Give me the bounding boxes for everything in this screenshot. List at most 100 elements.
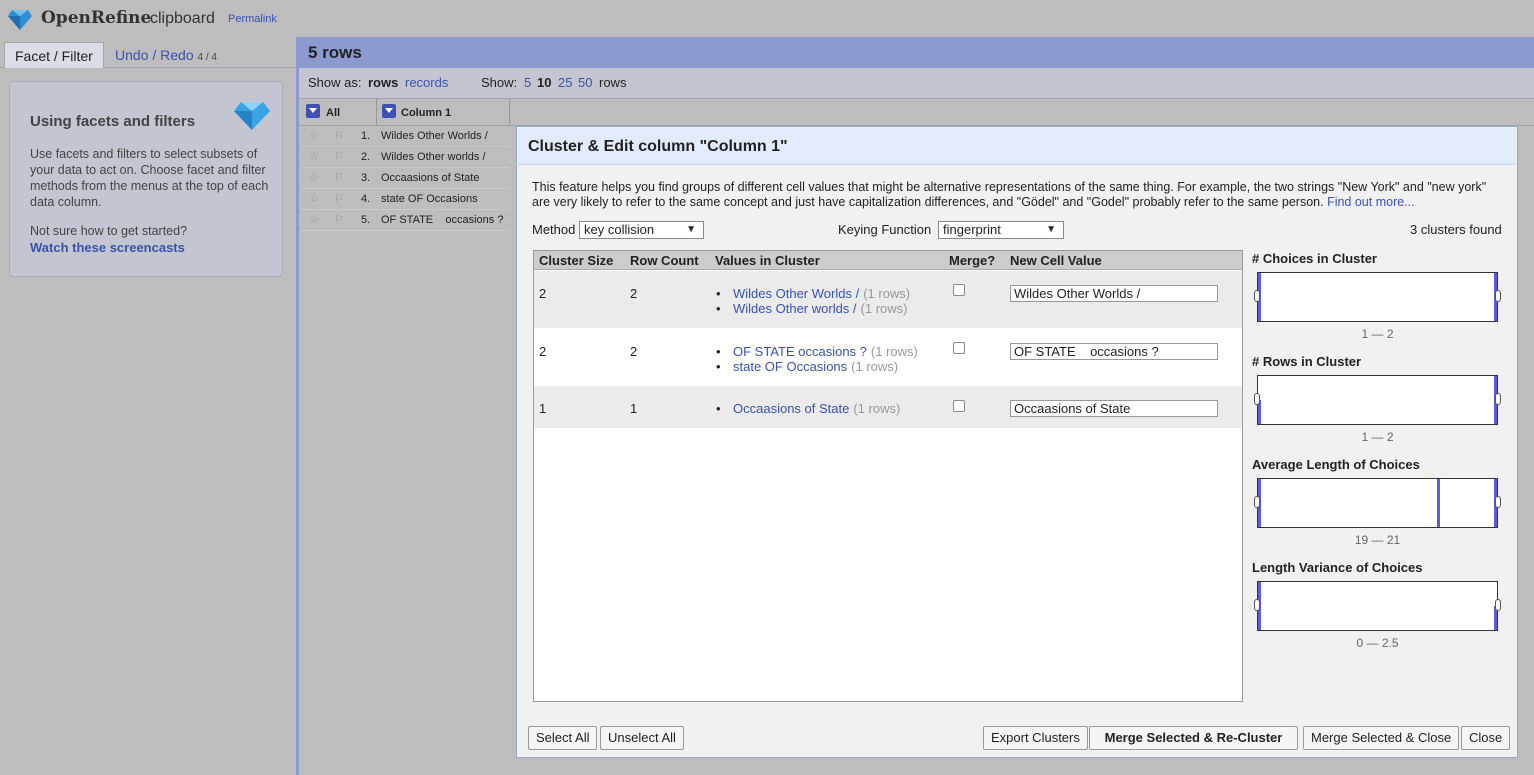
merge-checkbox[interactable]: [953, 400, 965, 412]
range-handle-right[interactable]: [1495, 290, 1501, 302]
page-size-5[interactable]: 5: [524, 75, 531, 90]
all-dropdown-icon[interactable]: [306, 104, 320, 118]
histogram: [1254, 375, 1501, 425]
page-size-10[interactable]: 10: [537, 75, 551, 90]
export-clusters-button[interactable]: Export Clusters: [983, 726, 1088, 750]
cluster-value-link[interactable]: Wildes Other Worlds /: [733, 286, 859, 301]
cell-value[interactable]: Wildes Other Worlds /: [381, 130, 488, 142]
project-name[interactable]: clipboard: [150, 10, 215, 28]
star-icon[interactable]: ☆: [309, 150, 319, 163]
column1-header[interactable]: Column 1: [401, 107, 451, 119]
all-column-header[interactable]: All: [326, 107, 340, 119]
range-handle-left[interactable]: [1254, 496, 1260, 508]
page-size-50[interactable]: 50: [578, 75, 592, 90]
list-item: Occaasions of State (1 rows): [716, 401, 900, 416]
new-cell-value-input[interactable]: Wildes Other Worlds /: [1010, 285, 1218, 302]
merge-recluster-button[interactable]: Merge Selected & Re-Cluster: [1089, 726, 1298, 750]
close-button[interactable]: Close: [1461, 726, 1511, 750]
cluster-value-link[interactable]: OF STATE occasions ?: [733, 344, 867, 359]
find-out-more-link[interactable]: Find out more...: [1327, 195, 1415, 209]
list-item: Wildes Other worlds /(1 rows): [716, 301, 910, 316]
help-body: Use facets and filters to select subsets…: [30, 147, 269, 209]
tab-undo-redo-label: Undo / Redo: [115, 47, 194, 63]
range-handle-left[interactable]: [1254, 393, 1260, 405]
grid-summary-bar: [299, 37, 1534, 68]
method-value: key collision: [584, 222, 655, 237]
tab-facet-filter[interactable]: Facet / Filter: [4, 42, 104, 68]
select-all-button[interactable]: Select All: [528, 726, 598, 750]
range-handle-left[interactable]: [1254, 599, 1260, 611]
dialog-title: Cluster & Edit column "Column 1": [528, 138, 788, 155]
page-size-25[interactable]: 25: [558, 75, 572, 90]
new-cell-value-input[interactable]: Occaasions of State: [1010, 400, 1218, 417]
histogram: [1254, 478, 1501, 528]
cluster-values-list: Wildes Other Worlds /(1 rows) Wildes Oth…: [716, 286, 910, 316]
column-divider: [376, 98, 377, 126]
panel-divider[interactable]: [296, 37, 299, 775]
flag-icon[interactable]: ⚐: [334, 213, 344, 226]
permalink-link[interactable]: Permalink: [228, 13, 277, 25]
cell-value[interactable]: Wildes Other worlds /: [381, 151, 486, 163]
help-title: Using facets and filters: [30, 113, 196, 130]
col-cluster-size[interactable]: Cluster Size: [539, 253, 613, 268]
cell-value[interactable]: OF STATE occasions ?: [381, 214, 503, 226]
row-number: 4.: [361, 193, 371, 205]
cluster-row-count: 2: [630, 286, 638, 301]
flag-icon[interactable]: ⚐: [334, 171, 344, 184]
range-handle-left[interactable]: [1254, 290, 1260, 302]
row-number: 2.: [361, 151, 371, 163]
range-handle-right[interactable]: [1495, 599, 1501, 611]
unselect-all-button[interactable]: Unselect All: [600, 726, 684, 750]
star-icon[interactable]: ☆: [309, 171, 319, 184]
cluster-value-count: (1 rows): [860, 301, 908, 316]
histogram: [1254, 581, 1501, 631]
flag-icon[interactable]: ⚐: [334, 129, 344, 142]
list-item: Wildes Other Worlds / (1 rows): [716, 286, 910, 301]
table-row: ☆ ⚐ 1. Wildes Other Worlds /: [302, 126, 510, 147]
show-as-rows[interactable]: rows: [368, 75, 398, 90]
show-as-records[interactable]: records: [405, 75, 448, 90]
column-divider: [509, 98, 510, 126]
show-label: Show:: [481, 75, 518, 90]
star-icon[interactable]: ☆: [309, 192, 319, 205]
dialog-description: This feature helps you find groups of di…: [532, 180, 1492, 210]
star-icon[interactable]: ☆: [309, 213, 319, 226]
merge-checkbox[interactable]: [953, 342, 965, 354]
range-handle-right[interactable]: [1495, 393, 1501, 405]
cell-value[interactable]: Occaasions of State: [381, 172, 479, 184]
keying-function-select[interactable]: fingerprint ▼: [938, 221, 1064, 239]
tab-undo-redo[interactable]: Undo / Redo 4 / 4: [105, 42, 227, 68]
facet-range: 19 — 21: [1354, 533, 1401, 547]
cluster-size: 2: [539, 286, 547, 301]
col-new-value[interactable]: New Cell Value: [1010, 253, 1102, 268]
flag-icon[interactable]: ⚐: [334, 192, 344, 205]
column1-dropdown-icon[interactable]: [382, 104, 396, 118]
app-header: OpenRefine clipboard Permalink: [0, 0, 1534, 37]
merge-checkbox[interactable]: [953, 284, 965, 296]
cluster-value-link[interactable]: state OF Occasions: [733, 359, 847, 374]
keying-function-value: fingerprint: [943, 222, 1001, 237]
col-values[interactable]: Values in Cluster: [715, 253, 820, 268]
cell-value[interactable]: state OF Occasions: [381, 193, 478, 205]
col-merge[interactable]: Merge?: [949, 253, 995, 268]
screencasts-link[interactable]: Watch these screencasts: [30, 240, 185, 255]
flag-icon[interactable]: ⚐: [334, 150, 344, 163]
dialog-title-bar[interactable]: Cluster & Edit column "Column 1": [518, 128, 1516, 165]
cluster-size: 2: [539, 344, 547, 359]
keying-function-label: Keying Function: [838, 222, 932, 237]
merge-close-button[interactable]: Merge Selected & Close: [1303, 726, 1460, 750]
clusters-found: 3 clusters found: [1410, 222, 1502, 237]
star-icon[interactable]: ☆: [309, 129, 319, 142]
cluster-row-count: 2: [630, 344, 638, 359]
cluster-value-count: (1 rows): [870, 344, 918, 359]
range-handle-right[interactable]: [1495, 496, 1501, 508]
new-cell-value-input[interactable]: OF STATE occasions ?: [1010, 343, 1218, 360]
show-suffix: rows: [599, 75, 627, 90]
brand-name[interactable]: OpenRefine: [41, 8, 151, 28]
undo-redo-count: 4 / 4: [197, 52, 217, 63]
method-select[interactable]: key collision ▼: [579, 221, 704, 239]
list-item: state OF Occasions (1 rows): [716, 359, 918, 374]
cluster-value-link[interactable]: Wildes Other worlds /: [733, 301, 857, 316]
col-row-count[interactable]: Row Count: [630, 253, 699, 268]
cluster-value-link[interactable]: Occaasions of State: [733, 401, 849, 416]
